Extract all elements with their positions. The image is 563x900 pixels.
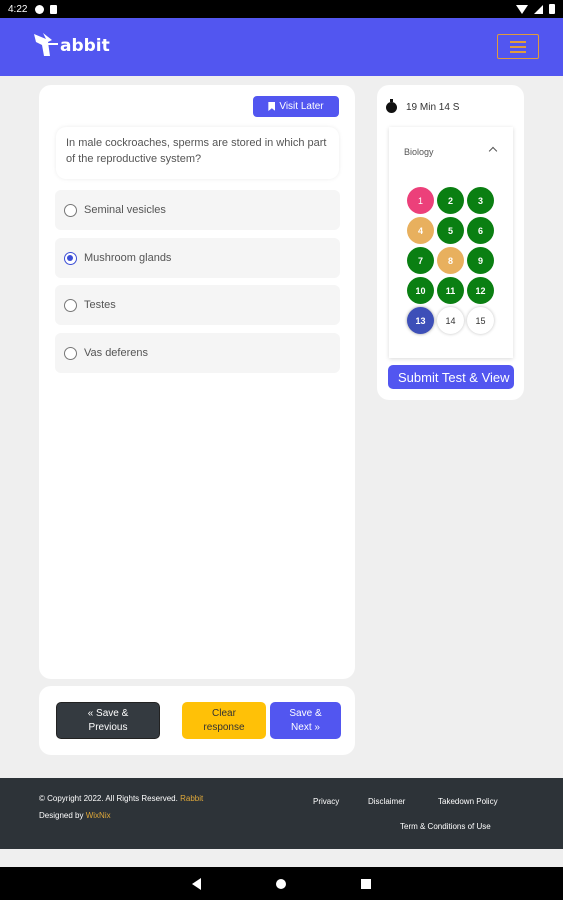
recents-icon[interactable] — [361, 878, 371, 889]
app-header: abbit — [0, 18, 563, 76]
question-number-button[interactable]: 5 — [437, 217, 464, 244]
designer-link[interactable]: WixNix — [86, 811, 111, 820]
copyright-text: © Copyright 2022. All Rights Reserved. — [39, 794, 178, 803]
signal-icon — [534, 4, 543, 14]
footer-link-disclaimer[interactable]: Disclaimer — [368, 797, 405, 806]
question-palette-panel: 19 Min 14 S Biology 1 2 3 4 5 6 7 8 9 10 11 12 13 14 1… — [377, 85, 524, 400]
question-number-button[interactable]: 1 — [407, 187, 434, 214]
question-number-button[interactable]: 12 — [467, 277, 494, 304]
clear-response-label: Clear response — [203, 707, 245, 733]
option-1[interactable]: Seminal vesicles — [55, 190, 340, 230]
question-number-button[interactable]: 11 — [437, 277, 464, 304]
option-4[interactable]: Vas deferens — [55, 333, 340, 373]
question-number-grid: 1 2 3 4 5 6 7 8 9 10 11 12 13 14 15 — [407, 187, 494, 334]
menu-bar-icon — [510, 45, 526, 48]
battery-icon — [549, 4, 555, 14]
visit-later-button[interactable]: Visit Later — [253, 96, 339, 117]
rabbit-logo[interactable]: abbit — [32, 30, 110, 58]
menu-bar-icon — [510, 40, 526, 43]
option-label: Testes — [84, 299, 116, 311]
logo-text: abbit — [60, 36, 110, 56]
copyright: © Copyright 2022. All Rights Reserved. R… — [39, 794, 203, 803]
radio-button[interactable] — [64, 298, 77, 312]
question-card: Visit Later In male cockroaches, sperms … — [39, 85, 355, 679]
question-number-button[interactable]: 10 — [407, 277, 434, 304]
subject-palette: Biology 1 2 3 4 5 6 7 8 9 10 11 12 13 14 15 — [389, 127, 513, 358]
submit-test-label: Submit Test & View Result — [398, 369, 514, 385]
footer-link-terms[interactable]: Term & Conditions of Use — [400, 822, 491, 831]
rabbit-logo-icon — [32, 30, 62, 58]
footer: © Copyright 2022. All Rights Reserved. R… — [0, 778, 563, 849]
radio-button[interactable] — [64, 203, 77, 217]
submit-test-button[interactable]: Submit Test & View Result — [388, 365, 514, 389]
back-icon[interactable] — [192, 877, 201, 890]
option-label: Mushroom glands — [84, 252, 172, 264]
question-number-button[interactable]: 9 — [467, 247, 494, 274]
status-bar: 4:22 — [0, 0, 563, 18]
chevron-up-icon[interactable] — [488, 146, 498, 156]
status-time: 4:22 — [8, 3, 28, 15]
question-number-button[interactable]: 2 — [437, 187, 464, 214]
save-next-button[interactable]: Save & Next » — [270, 702, 341, 739]
question-number-button[interactable]: 14 — [437, 307, 464, 334]
menu-bar-icon — [510, 50, 526, 53]
clear-response-button[interactable]: Clear response — [182, 702, 266, 739]
radio-button-checked[interactable] — [64, 251, 77, 265]
question-number-button[interactable]: 8 — [437, 247, 464, 274]
designed-by-text: Designed by — [39, 811, 84, 820]
footer-link-takedown[interactable]: Takedown Policy — [438, 797, 498, 806]
wifi-icon — [516, 4, 528, 14]
option-3[interactable]: Testes — [55, 285, 340, 325]
brand-link[interactable]: Rabbit — [180, 794, 203, 803]
save-previous-label: « Save & Previous — [87, 707, 129, 733]
timer: 19 Min 14 S — [386, 99, 460, 113]
navigation-card: « Save & Previous Clear response Save & … — [39, 686, 355, 755]
save-previous-button[interactable]: « Save & Previous — [56, 702, 160, 739]
question-text: In male cockroaches, sperms are stored i… — [56, 127, 339, 179]
option-label: Vas deferens — [84, 347, 149, 359]
hamburger-menu-button[interactable] — [497, 34, 539, 59]
save-next-label: Save & Next » — [289, 707, 322, 733]
sd-card-icon — [50, 4, 58, 14]
question-number-button[interactable]: 6 — [467, 217, 494, 244]
home-icon[interactable] — [276, 878, 286, 889]
question-number-button[interactable]: 13 — [407, 307, 434, 334]
system-navigation-bar — [0, 867, 563, 900]
stopwatch-icon — [386, 99, 397, 113]
question-number-button[interactable]: 4 — [407, 217, 434, 244]
footer-link-privacy[interactable]: Privacy — [313, 797, 339, 806]
bookmark-icon — [268, 102, 276, 111]
question-number-button[interactable]: 15 — [467, 307, 494, 334]
question-number-button[interactable]: 3 — [467, 187, 494, 214]
subject-label[interactable]: Biology — [404, 147, 434, 157]
timer-value: 19 Min 14 S — [406, 102, 460, 113]
option-label: Seminal vesicles — [84, 204, 166, 216]
question-number-button[interactable]: 7 — [407, 247, 434, 274]
notification-icon — [35, 4, 45, 14]
radio-button[interactable] — [64, 346, 77, 360]
visit-later-label: Visit Later — [279, 101, 324, 112]
designed-by: Designed by WixNix — [39, 811, 111, 820]
option-2[interactable]: Mushroom glands — [55, 238, 340, 278]
